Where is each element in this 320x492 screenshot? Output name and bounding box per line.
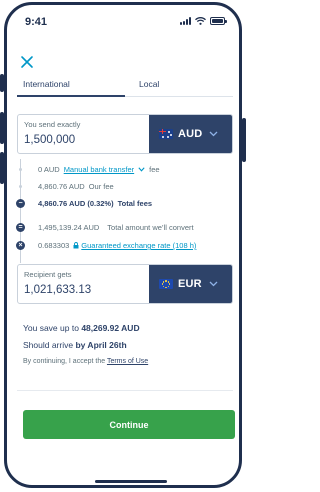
receive-amount-field[interactable]: Recipient gets 1,021,633.13 EUR [17, 264, 233, 304]
bullet-dot [19, 185, 22, 188]
terms-of-use-link[interactable]: Terms of Use [107, 358, 148, 365]
lock-icon [73, 242, 79, 249]
tab-local[interactable]: Local [139, 79, 159, 89]
send-amount-input[interactable]: 1,500,000 [24, 134, 75, 146]
chevron-down-icon [209, 131, 218, 137]
minus-icon: − [16, 199, 25, 208]
home-indicator [95, 480, 167, 483]
exchange-rate-row: × 0.683303 Guaranteed exchange rate (108… [16, 241, 200, 250]
receive-currency-code: EUR [178, 278, 202, 290]
chevron-down-icon[interactable] [138, 167, 145, 172]
bank-transfer-fee-amount: 0 AUD [38, 165, 60, 174]
receive-currency-selector[interactable]: EUR [149, 265, 232, 303]
cellular-signal-icon [180, 17, 191, 25]
bullet-dot [19, 168, 22, 171]
status-time: 9:41 [25, 16, 48, 28]
eu-flag-icon [159, 279, 173, 289]
active-tab-indicator [17, 95, 125, 97]
fee-suffix: fee [149, 165, 160, 174]
exchange-rate-value: 0.683303 [38, 241, 70, 250]
equals-icon: = [16, 223, 25, 232]
send-currency-selector[interactable]: AUD [149, 115, 232, 153]
phone-device: 9:41 International Local You send exactl… [0, 0, 248, 492]
our-fee-label: Our fee [88, 182, 114, 191]
send-currency-code: AUD [178, 128, 203, 140]
savings-prefix: You save up to [23, 323, 79, 333]
total-fees-label: Total fees [117, 199, 153, 208]
arrival-prefix: Should arrive [23, 340, 74, 350]
australia-flag-icon [159, 129, 173, 139]
divider [17, 390, 233, 391]
wifi-icon [195, 17, 206, 25]
bank-transfer-fee-row: 0 AUD Manual bank transfer fee [17, 165, 160, 174]
receive-amount-label: Recipient gets [24, 270, 72, 279]
savings-text: You save up to 48,269.92 AUD [23, 323, 140, 333]
guaranteed-rate-link[interactable]: Guaranteed exchange rate (108 h) [81, 241, 196, 250]
total-fees-amount: 4,860.76 AUD (0.32%) [38, 199, 114, 208]
convert-amount: 1,495,139.24 AUD [38, 223, 100, 232]
total-fees-row: − 4,860.76 AUD (0.32%) Total fees [16, 199, 153, 208]
savings-amount: 48,269.92 AUD [81, 323, 140, 333]
close-icon[interactable] [20, 55, 34, 69]
terms-prefix: By continuing, I accept the [23, 358, 106, 365]
arrival-text: Should arrive by April 26th [23, 340, 127, 350]
payment-method-link[interactable]: Manual bank transfer [64, 165, 134, 174]
status-icons [180, 17, 227, 25]
transfer-type-tabs: International Local [17, 77, 233, 97]
arrival-date: by April 26th [75, 340, 127, 350]
terms-text: By continuing, I accept the Terms of Use [23, 358, 148, 365]
continue-button[interactable]: Continue [23, 410, 235, 439]
convert-label: Total amount we’ll convert [107, 223, 194, 232]
status-bar: 9:41 [7, 5, 239, 39]
convert-amount-row: = 1,495,139.24 AUD Total amount we’ll co… [16, 223, 194, 232]
chevron-down-icon [209, 281, 218, 287]
our-fee-row: 4,860.76 AUD Our fee [17, 182, 114, 191]
our-fee-amount: 4,860.76 AUD [38, 182, 85, 191]
send-amount-label: You send exactly [24, 120, 81, 129]
send-amount-field[interactable]: You send exactly 1,500,000 AUD [17, 114, 233, 154]
screen: 9:41 International Local You send exactl… [4, 2, 242, 488]
tab-international[interactable]: International [23, 79, 70, 89]
receive-amount-input[interactable]: 1,021,633.13 [24, 284, 91, 296]
times-icon: × [16, 241, 25, 250]
power-button [242, 118, 246, 162]
battery-icon [210, 17, 227, 25]
